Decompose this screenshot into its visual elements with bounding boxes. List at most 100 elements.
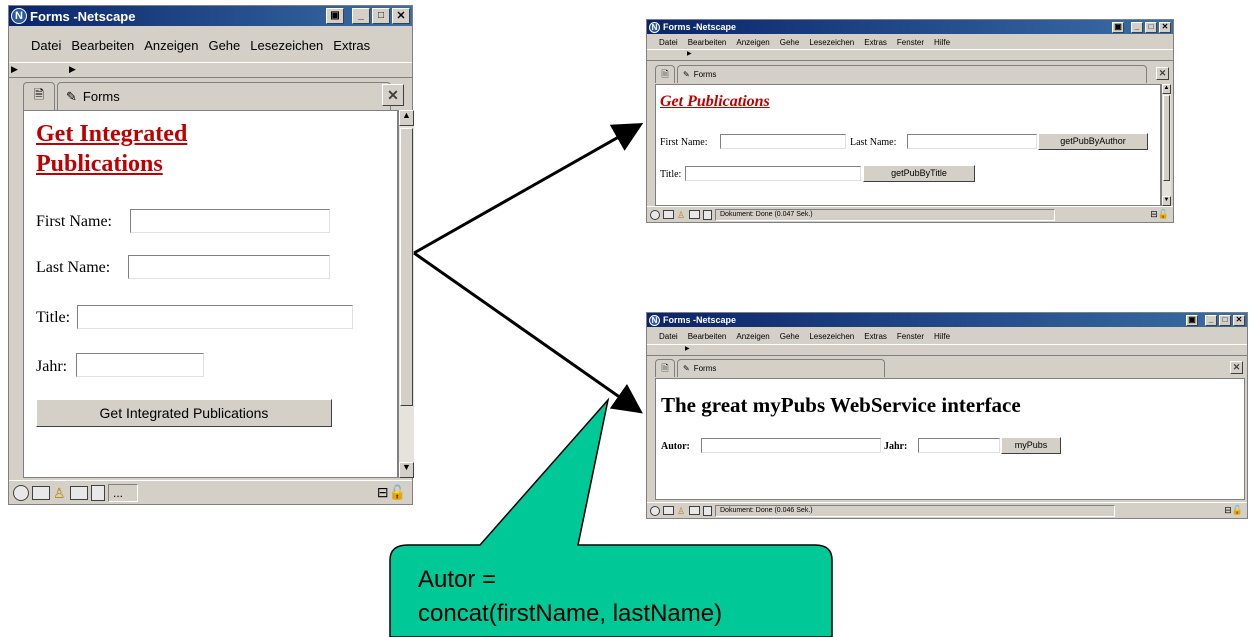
restore-icon[interactable]: ▣: [1186, 314, 1198, 326]
left-window-title: Forms -Netscape: [30, 8, 136, 24]
jahr-label: Jahr:: [884, 441, 908, 452]
menu-gehe[interactable]: Gehe: [780, 38, 800, 47]
first-name-input[interactable]: [720, 134, 846, 149]
tab-forms[interactable]: ✎ Forms: [57, 82, 391, 110]
restore-icon[interactable]: ▣: [326, 8, 344, 24]
aim-status-icon[interactable]: ♙: [677, 506, 686, 516]
close-tab-button[interactable]: ✕: [1230, 361, 1243, 374]
maximize-button[interactable]: □: [1145, 21, 1157, 33]
navigator-status-icon[interactable]: [650, 505, 660, 516]
composer-status-icon[interactable]: [689, 506, 700, 515]
nav-forward-icon[interactable]: ▶: [687, 50, 692, 57]
menu-datei[interactable]: Datei: [659, 38, 678, 47]
menu-extras[interactable]: Extras: [864, 332, 887, 341]
security-lock-icon[interactable]: ⊟🔓: [1224, 505, 1243, 516]
top-right-vertical-scrollbar[interactable]: ▲ ▼: [1161, 84, 1171, 206]
menu-datei[interactable]: Datei: [31, 38, 61, 53]
callout-line-1: Autor =: [418, 566, 497, 593]
mypubs-button[interactable]: myPubs: [1001, 437, 1061, 454]
new-tab-button[interactable]: 🗎: [23, 82, 55, 110]
minimize-button[interactable]: _: [352, 8, 370, 24]
maximize-button[interactable]: □: [372, 8, 390, 24]
get-integrated-publications-button[interactable]: Get Integrated Publications: [36, 399, 332, 427]
last-name-input[interactable]: [907, 134, 1037, 149]
left-page-content: Get Integrated Publications First Name: …: [23, 110, 398, 478]
nav-grip-icon[interactable]: ▶: [11, 64, 18, 75]
aim-status-icon[interactable]: ♙: [53, 485, 67, 501]
scroll-thumb[interactable]: [400, 128, 413, 406]
menu-extras[interactable]: Extras: [333, 38, 370, 53]
new-tab-button[interactable]: 🗎: [655, 65, 675, 83]
bottom-right-tab-row: 🗎 ✎ Forms ✕: [655, 358, 1243, 377]
scroll-up-arrow-icon[interactable]: ▲: [1162, 84, 1171, 94]
left-tab-row: 🗎 ✎ Forms ✕: [23, 80, 404, 110]
mail-status-icon[interactable]: [663, 210, 674, 219]
autor-label: Autor:: [661, 441, 690, 452]
minimize-button[interactable]: _: [1131, 21, 1143, 33]
get-pub-by-title-button[interactable]: getPubByTitle: [863, 165, 975, 182]
nav-forward-icon[interactable]: ▶: [69, 64, 76, 75]
get-pub-by-author-button[interactable]: getPubByAuthor: [1038, 133, 1148, 150]
menu-bearbeiten[interactable]: Bearbeiten: [71, 38, 134, 53]
close-button[interactable]: ✕: [392, 8, 410, 24]
composer-status-icon[interactable]: [689, 210, 700, 219]
navigator-status-icon[interactable]: [13, 484, 29, 501]
menu-fenster[interactable]: Fenster: [897, 38, 924, 47]
close-button[interactable]: ✕: [1159, 21, 1171, 33]
title-input[interactable]: [77, 305, 353, 329]
restore-icon[interactable]: ▣: [1112, 21, 1124, 33]
nav-forward-icon[interactable]: ▶: [685, 345, 690, 352]
aim-status-icon[interactable]: ♙: [677, 210, 686, 220]
security-lock-icon[interactable]: ⊟🔓: [377, 484, 406, 501]
left-vertical-scrollbar[interactable]: ▲ ▼: [398, 110, 414, 478]
jahr-input[interactable]: [76, 353, 204, 377]
menu-anzeigen[interactable]: Anzeigen: [736, 38, 769, 47]
new-tab-button[interactable]: 🗎: [655, 359, 675, 377]
first-name-input[interactable]: [130, 209, 330, 233]
navigator-status-icon[interactable]: [650, 209, 660, 220]
mail-status-icon[interactable]: [32, 485, 50, 500]
menu-hilfe[interactable]: Hilfe: [934, 38, 950, 47]
menu-lesezeichen[interactable]: Lesezeichen: [809, 332, 854, 341]
menu-datei[interactable]: Datei: [659, 332, 678, 341]
close-tab-button[interactable]: ✕: [382, 84, 404, 106]
last-name-label: Last Name:: [36, 259, 111, 276]
menu-gehe[interactable]: Gehe: [780, 332, 800, 341]
tab-forms-label: Forms: [82, 89, 120, 104]
mail-status-icon[interactable]: [663, 506, 674, 515]
bottom-right-status-bar: ♙ Dokument: Done (0.046 Sek.) ⊟🔓: [647, 502, 1247, 518]
left-status-bar: ♙ ... ⊟🔓: [9, 480, 412, 504]
close-button[interactable]: ✕: [1233, 314, 1245, 326]
menu-gehe[interactable]: Gehe: [208, 38, 240, 53]
scroll-thumb[interactable]: [1163, 95, 1170, 181]
menu-bearbeiten[interactable]: Bearbeiten: [688, 38, 727, 47]
tab-forms[interactable]: ✎ Forms: [677, 65, 1147, 83]
top-right-status-text: Dokument: Done (0.047 Sek.): [715, 208, 1055, 221]
menu-anzeigen[interactable]: Anzeigen: [144, 38, 198, 53]
menu-fenster[interactable]: Fenster: [897, 332, 924, 341]
scroll-up-arrow-icon[interactable]: ▲: [399, 110, 414, 126]
composer-status-icon[interactable]: [70, 485, 88, 500]
page-heading: Get Integrated Publications: [36, 121, 188, 177]
scroll-down-arrow-icon[interactable]: ▼: [399, 462, 414, 478]
last-name-label: Last Name:: [850, 137, 897, 148]
scroll-down-arrow-icon[interactable]: ▼: [1162, 196, 1171, 206]
tab-forms[interactable]: ✎ Forms: [677, 359, 885, 377]
jahr-input[interactable]: [918, 438, 1000, 453]
menu-hilfe[interactable]: Hilfe: [934, 332, 950, 341]
menu-anzeigen[interactable]: Anzeigen: [736, 332, 769, 341]
title-input[interactable]: [685, 166, 861, 181]
autor-input[interactable]: [701, 438, 881, 453]
address-book-status-icon[interactable]: [703, 505, 712, 516]
menu-lesezeichen[interactable]: Lesezeichen: [809, 38, 854, 47]
close-tab-button[interactable]: ✕: [1156, 67, 1169, 80]
menu-lesezeichen[interactable]: Lesezeichen: [250, 38, 323, 53]
address-book-status-icon[interactable]: [91, 484, 105, 501]
maximize-button[interactable]: □: [1219, 314, 1231, 326]
address-book-status-icon[interactable]: [703, 209, 712, 220]
security-lock-icon[interactable]: ⊟🔓: [1150, 209, 1169, 220]
minimize-button[interactable]: _: [1205, 314, 1217, 326]
menu-extras[interactable]: Extras: [864, 38, 887, 47]
menu-bearbeiten[interactable]: Bearbeiten: [688, 332, 727, 341]
last-name-input[interactable]: [128, 255, 330, 279]
